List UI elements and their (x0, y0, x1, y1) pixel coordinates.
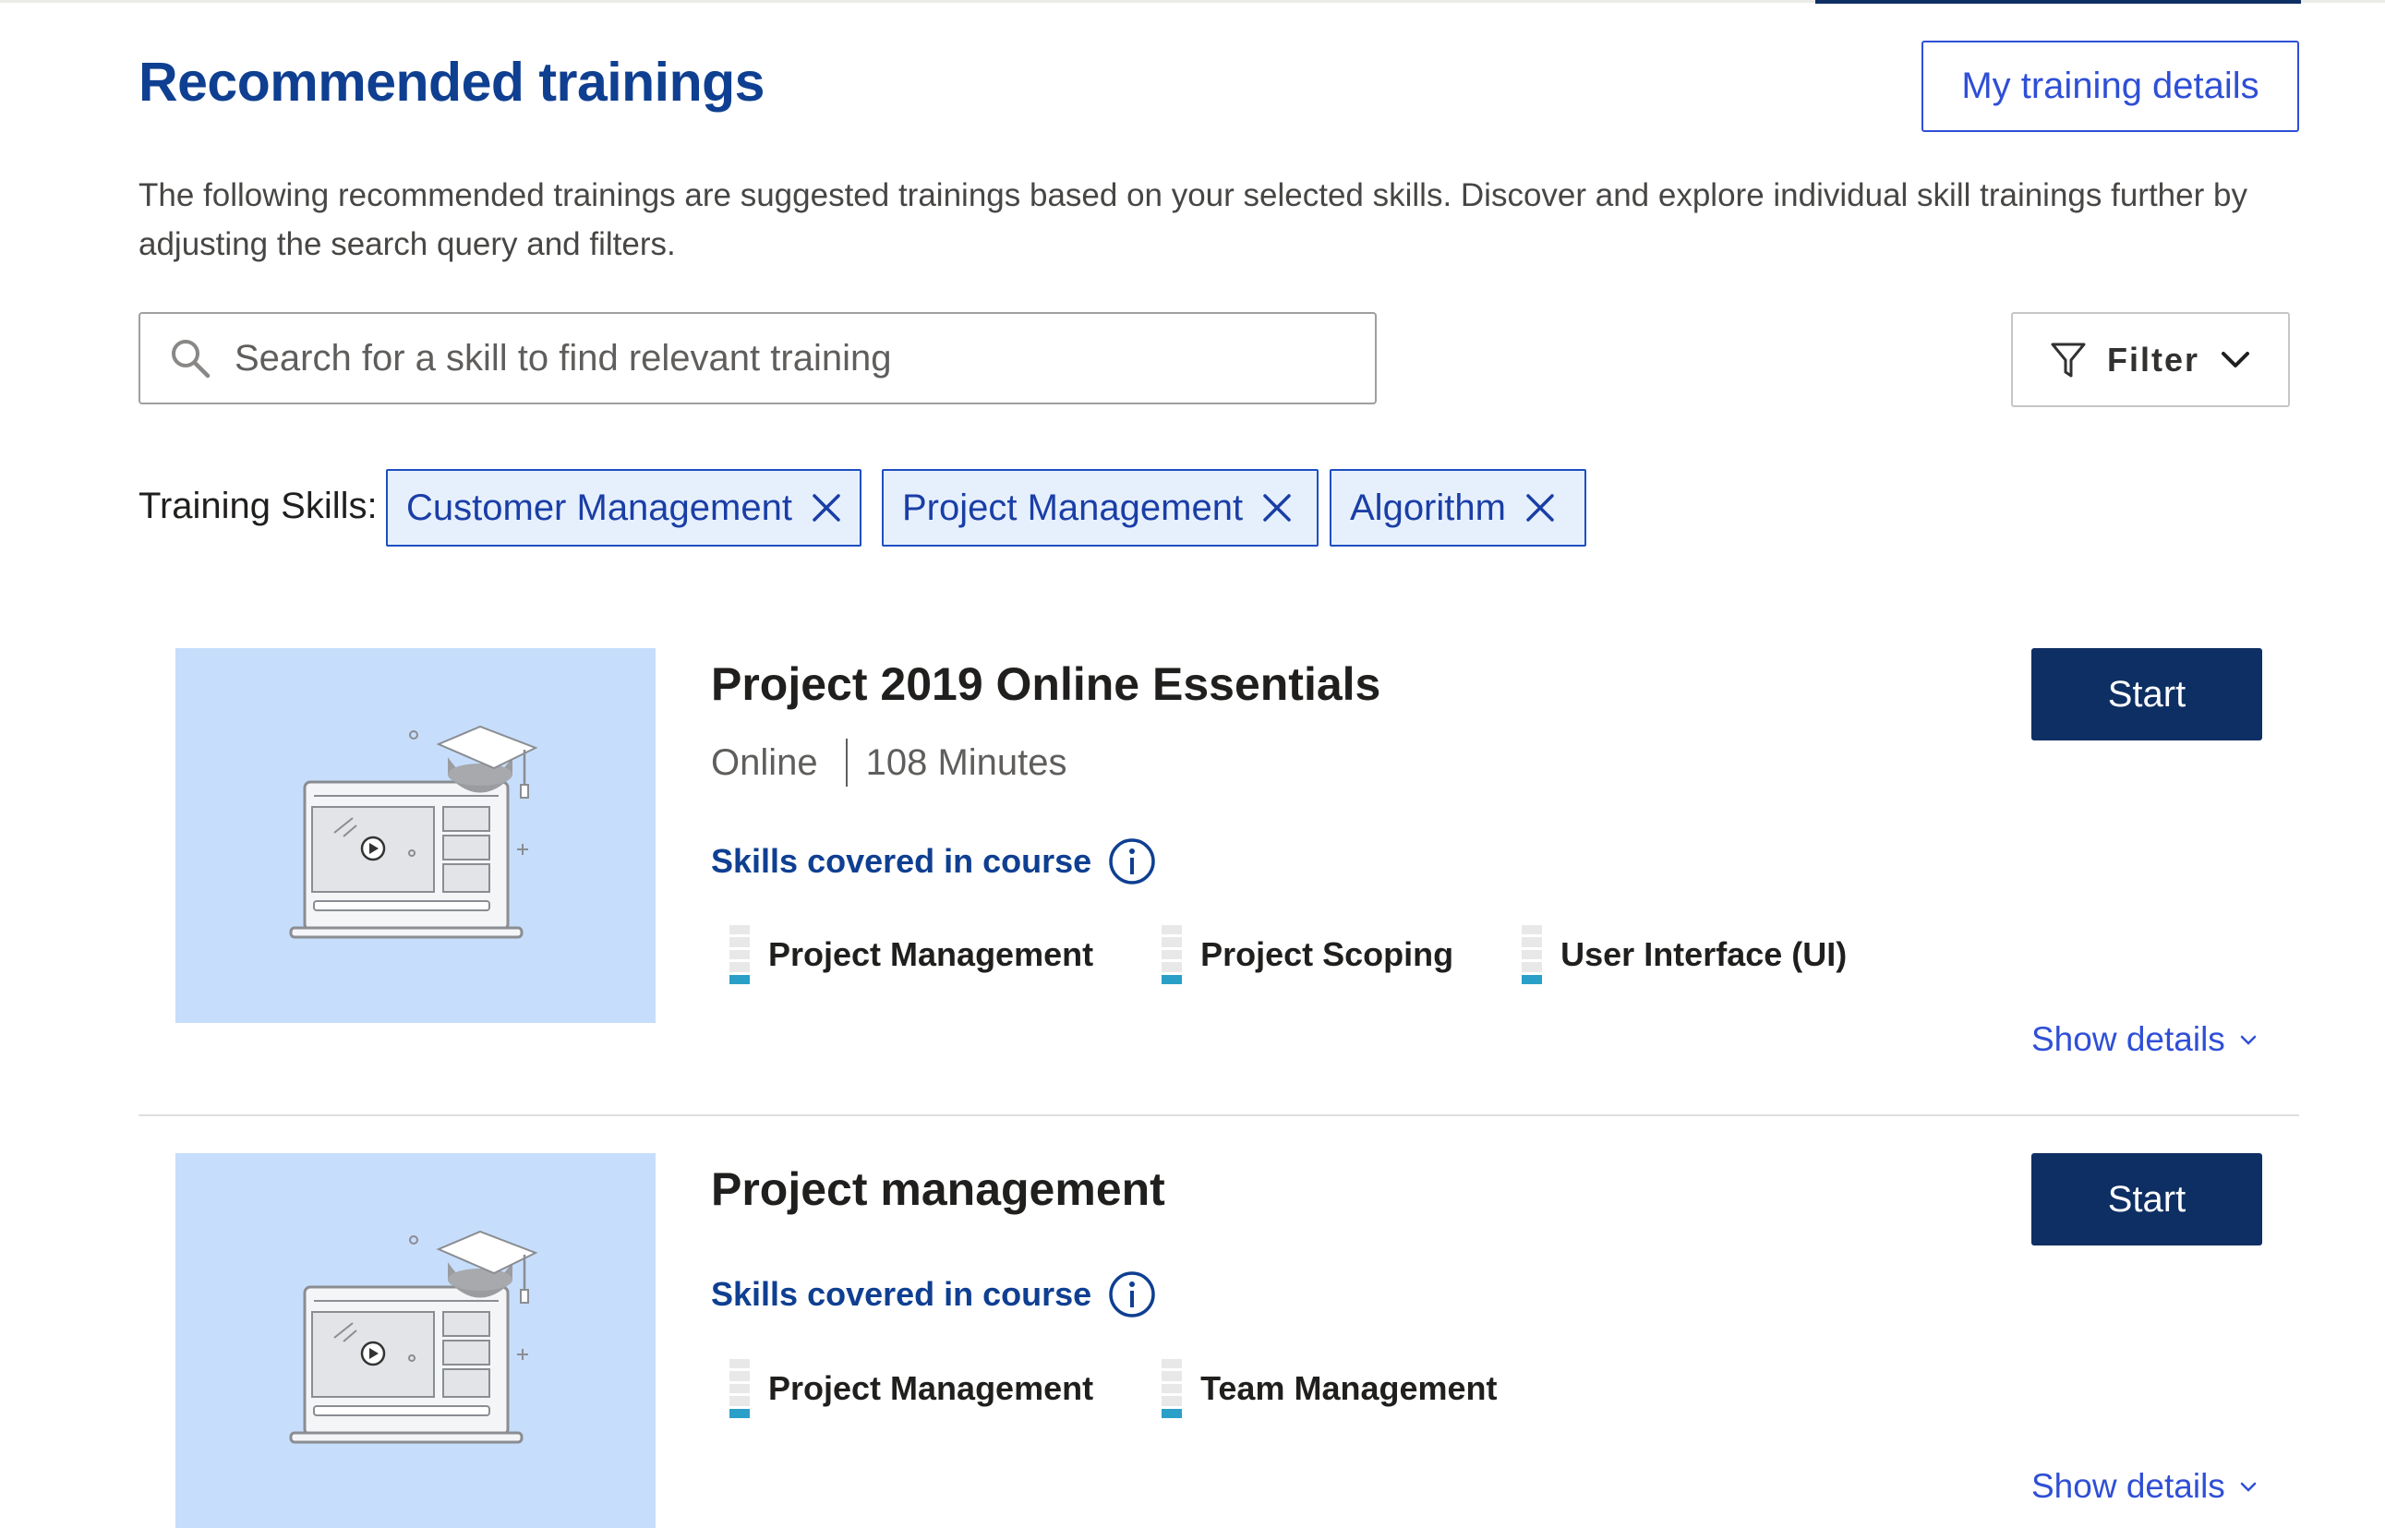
my-training-details-button[interactable]: My training details (1921, 41, 2299, 132)
laptop-graduation-illustration (289, 725, 538, 939)
skills-covered-heading: Skills covered in course (711, 1270, 1156, 1318)
skill-name: User Interface (UI) (1560, 935, 1848, 973)
start-button[interactable]: Start (2031, 1153, 2262, 1245)
skill-chip-customer-management[interactable]: Customer Management (386, 469, 861, 547)
filter-icon (2051, 343, 2086, 377)
show-details-label: Show details (2031, 1467, 2225, 1505)
remove-chip-icon[interactable] (1524, 492, 1556, 523)
info-icon[interactable] (1108, 837, 1156, 885)
chip-label: Project Management (902, 487, 1244, 528)
skill-name: Project Management (768, 935, 1094, 973)
skills-covered-heading: Skills covered in course (711, 837, 1156, 885)
chevron-down-icon (2240, 1035, 2257, 1045)
skill-level-bar (729, 925, 750, 985)
search-icon (172, 340, 211, 379)
filter-button[interactable]: Filter (2011, 312, 2290, 407)
remove-chip-icon[interactable] (811, 492, 842, 523)
course-thumbnail (175, 648, 656, 1023)
show-details-link[interactable]: Show details (2031, 1020, 2257, 1059)
skills-covered-label: Skills covered in course (711, 1275, 1092, 1313)
remove-chip-icon[interactable] (1261, 492, 1293, 523)
card-divider (139, 1114, 2299, 1116)
course-card: Project 2019 Online Essentials Online 10… (0, 648, 2385, 1110)
skills-covered-label: Skills covered in course (711, 842, 1092, 880)
laptop-graduation-illustration (289, 1230, 538, 1444)
skill-level-bar (1162, 1359, 1183, 1419)
course-card: Project management Skills covered in cou… (0, 1153, 2385, 1540)
filter-label: Filter (2106, 340, 2199, 379)
training-skills-label: Training Skills: (139, 486, 378, 526)
skill-list: Project Management Project Scoping User … (729, 925, 1915, 985)
page-description: The following recommended trainings are … (139, 177, 2247, 262)
skill-name: Project Management (768, 1369, 1094, 1407)
skill-level-bar (729, 1359, 750, 1419)
chip-label: Algorithm (1350, 487, 1506, 528)
info-icon[interactable] (1108, 1270, 1156, 1318)
skill-item: User Interface (UI) (1522, 925, 1848, 985)
skill-level-bar (1162, 925, 1183, 985)
skill-name: Project Scoping (1200, 935, 1454, 973)
show-details-label: Show details (2031, 1020, 2225, 1058)
show-details-link[interactable]: Show details (2031, 1467, 2257, 1506)
chevron-down-icon (2222, 351, 2249, 367)
recommended-trainings-page: Recommended trainings My training detail… (0, 0, 2385, 1540)
meta-separator (845, 739, 848, 787)
chevron-down-icon (2240, 1482, 2257, 1492)
course-meta: Online 108 Minutes (711, 739, 1067, 787)
start-button[interactable]: Start (2031, 648, 2262, 740)
skill-item: Project Scoping (1162, 925, 1454, 985)
skill-level-bar (1522, 925, 1543, 985)
course-thumbnail (175, 1153, 656, 1528)
course-duration: 108 Minutes (865, 741, 1067, 783)
skill-name: Team Management (1200, 1369, 1498, 1407)
course-format: Online (711, 741, 818, 783)
page-title: Recommended trainings (139, 52, 765, 113)
skill-chip-project-management[interactable]: Project Management (882, 469, 1319, 547)
active-tab-indicator (1815, 0, 2301, 4)
skill-item: Team Management (1162, 1359, 1498, 1419)
search-input[interactable] (235, 337, 1375, 379)
course-title[interactable]: Project management (711, 1162, 1165, 1216)
search-box[interactable] (139, 312, 1377, 404)
skill-item: Project Management (729, 925, 1094, 985)
chip-label: Customer Management (406, 487, 792, 528)
skill-list: Project Management Team Management (729, 1359, 1566, 1419)
skill-chip-algorithm[interactable]: Algorithm (1330, 469, 1586, 547)
skill-item: Project Management (729, 1359, 1094, 1419)
course-title[interactable]: Project 2019 Online Essentials (711, 657, 1380, 711)
